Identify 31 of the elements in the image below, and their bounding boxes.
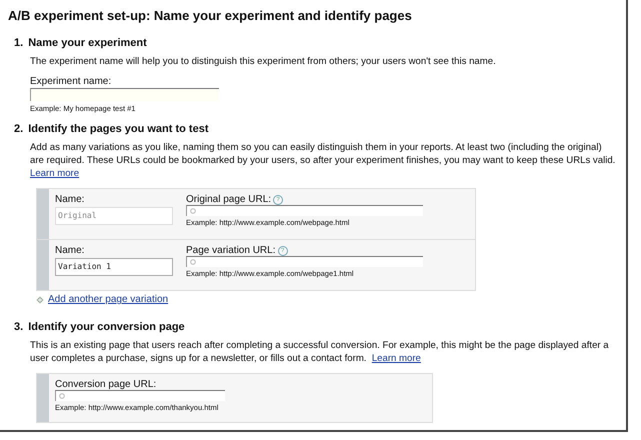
section-heading: Name your experiment xyxy=(28,37,147,49)
field-icon xyxy=(59,393,65,399)
row-strip xyxy=(37,189,49,239)
section-description: The experiment name will help you to distinguish this experiment from others; your users won't see this name. xyxy=(30,55,497,68)
name-field[interactable]: Variation 1 xyxy=(55,258,173,276)
learn-more-link[interactable]: Learn more xyxy=(30,168,80,179)
field-icon xyxy=(190,208,196,214)
add-variation-link[interactable]: Add another page variation xyxy=(48,294,168,305)
row-strip xyxy=(37,374,49,422)
url-label: Page variation URL: xyxy=(186,245,276,256)
section-number: 1. xyxy=(14,37,24,49)
page-title: A/B experiment set-up: Name your experiment and identify pages xyxy=(8,8,413,23)
row-strip xyxy=(37,240,49,290)
add-icon xyxy=(36,296,44,304)
learn-more-link[interactable]: Learn more xyxy=(372,353,421,364)
name-label: Name: xyxy=(55,194,86,205)
url-field[interactable] xyxy=(186,256,423,267)
experiment-name-field[interactable] xyxy=(30,88,219,101)
section-description: This is an existing page that users reach after completing a successful conversion. For example, this might be the page displayed after a user completes a purchase, signs up for a newsletter, or fills out a contact form. Learn more xyxy=(30,339,610,365)
section-description: Add as many variations as you like, naming them so you can easily distinguish them in your reports. At least two (including the original) are required. These URLs could be bookmarked by your users, so after your experiment finishes, you may want to keep these URLs valid. Learn more xyxy=(30,141,616,180)
url-field[interactable] xyxy=(186,205,423,216)
section-number: 3. xyxy=(14,321,24,333)
section-heading: Identify the pages you want to test xyxy=(28,123,208,135)
url-label: Original page URL: xyxy=(186,194,272,205)
field-icon xyxy=(190,259,196,265)
section-heading: Identify your conversion page xyxy=(28,321,185,333)
url-label: Conversion page URL: xyxy=(55,379,158,390)
name-label: Name: xyxy=(55,245,86,256)
url-field[interactable] xyxy=(55,390,225,401)
section-number: 2. xyxy=(14,123,24,135)
field-label: Experiment name: xyxy=(30,76,112,87)
